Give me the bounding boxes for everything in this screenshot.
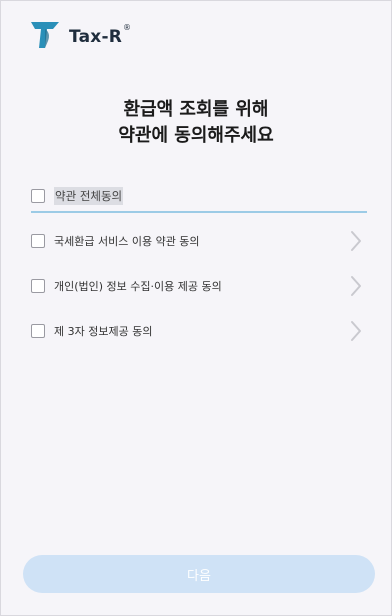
agree-all-checkbox[interactable]: [31, 189, 45, 203]
term-label-privacy: 개인(법인) 정보 수집·이용 제공 동의: [54, 280, 222, 293]
chevron-right-icon[interactable]: [349, 229, 363, 253]
agree-all-row[interactable]: 약관 전체동의: [31, 181, 367, 213]
term-label-third-party: 제 3자 정보제공 동의: [54, 325, 153, 338]
app-header: Tax-R®: [29, 19, 131, 51]
next-button[interactable]: 다음: [23, 555, 375, 593]
term-row-privacy[interactable]: 개인(법인) 정보 수집·이용 제공 동의: [31, 273, 367, 299]
term-row-third-party[interactable]: 제 3자 정보제공 동의: [31, 318, 367, 344]
page-title: 환급액 조회를 위해 약관에 동의해주세요: [1, 97, 391, 149]
term-checkbox-privacy[interactable]: [31, 279, 45, 293]
term-row-service[interactable]: 국세환급 서비스 이용 약관 동의: [31, 228, 367, 254]
chevron-right-icon[interactable]: [349, 319, 363, 343]
term-label-service: 국세환급 서비스 이용 약관 동의: [54, 235, 200, 248]
chevron-right-icon[interactable]: [349, 274, 363, 298]
term-checkbox-service[interactable]: [31, 234, 45, 248]
tax-r-logo-icon: [31, 22, 59, 48]
agree-all-label: 약관 전체동의: [54, 187, 124, 205]
title-line-2: 약관에 동의해주세요: [118, 125, 274, 146]
brand-name: Tax-R®: [69, 23, 132, 47]
term-checkbox-third-party[interactable]: [31, 324, 45, 338]
screen: Tax-R® 환급액 조회를 위해 약관에 동의해주세요 약관 전체동의 국세환…: [0, 0, 392, 616]
title-line-1: 환급액 조회를 위해: [123, 99, 269, 120]
